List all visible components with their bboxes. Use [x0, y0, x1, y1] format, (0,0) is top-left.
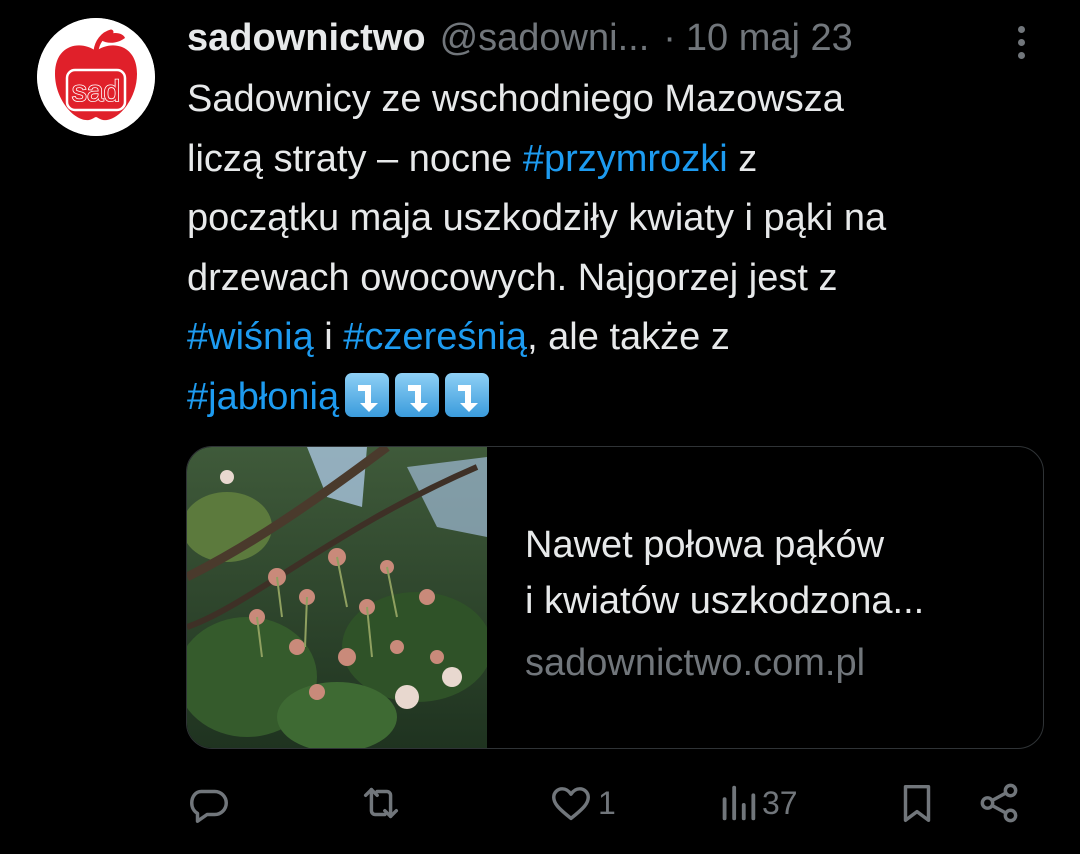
bookmark-button[interactable]	[894, 772, 940, 834]
card-image	[187, 447, 487, 748]
reply-icon	[190, 789, 228, 823]
hashtag-link[interactable]: #jabłonią	[187, 376, 339, 418]
arrow-down-emoji-icon	[445, 372, 490, 417]
tweet-line: #wiśnią i #czereśnią, ale także z	[187, 316, 730, 358]
tweet-actions: 1 37	[186, 772, 1036, 834]
header-separator: ·	[663, 16, 676, 59]
tweet-line: Sadownicy ze wschodniego Mazowsza	[187, 78, 844, 120]
apple-logo-icon: sad	[37, 18, 155, 136]
card-title: Nawet połowa pąków i kwiatów uszkodzona.…	[525, 524, 925, 622]
tweet-date[interactable]: 10 maj 23	[686, 17, 853, 60]
arrow-down-emoji-icon	[345, 372, 390, 417]
bookmark-icon	[903, 784, 931, 822]
card-body: Nawet połowa pąków i kwiatów uszkodzona.…	[487, 447, 1015, 748]
tweet-line: liczą straty – nocne #przymrozki z	[187, 137, 758, 180]
analytics-icon	[722, 785, 756, 821]
like-button[interactable]: 1	[548, 772, 616, 834]
author-name[interactable]: sadownictwo	[187, 17, 426, 60]
retweet-icon	[363, 787, 399, 819]
hashtag-link[interactable]: #przymrozki	[523, 138, 728, 180]
tweet-header: sadownictwo @sadowni... · 10 maj 23	[187, 14, 967, 62]
tweet-line: początku maja uszkodziły kwiaty i pąki n…	[187, 197, 887, 239]
retweet-button[interactable]	[358, 772, 408, 834]
card-domain: sadownictwo.com.pl	[525, 642, 866, 684]
views-count: 37	[762, 784, 798, 821]
arrow-down-emoji-icon	[395, 372, 440, 417]
share-icon	[980, 783, 1018, 823]
tweet-text: Sadownicy ze wschodniego Mazowsza liczą …	[187, 70, 1057, 427]
views-button[interactable]: 37	[718, 772, 798, 834]
share-button[interactable]	[976, 772, 1022, 834]
more-options-icon[interactable]	[1007, 22, 1035, 62]
reply-button[interactable]	[186, 772, 236, 834]
like-count: 1	[598, 784, 616, 821]
emoji-group	[345, 372, 490, 417]
author-handle[interactable]: @sadowni...	[440, 17, 650, 60]
hashtag-link[interactable]: #wiśnią	[187, 316, 314, 358]
avatar[interactable]: sad	[37, 18, 155, 136]
tweet-line: drzewach owocowych. Najgorzej jest z	[187, 256, 838, 299]
heart-icon	[552, 787, 590, 821]
tweet-line: #jabłonią	[187, 368, 1057, 428]
avatar-text: sad	[72, 75, 120, 108]
hashtag-link[interactable]: #czereśnią	[343, 316, 527, 358]
link-preview-card[interactable]: Nawet połowa pąków i kwiatów uszkodzona.…	[186, 446, 1044, 749]
